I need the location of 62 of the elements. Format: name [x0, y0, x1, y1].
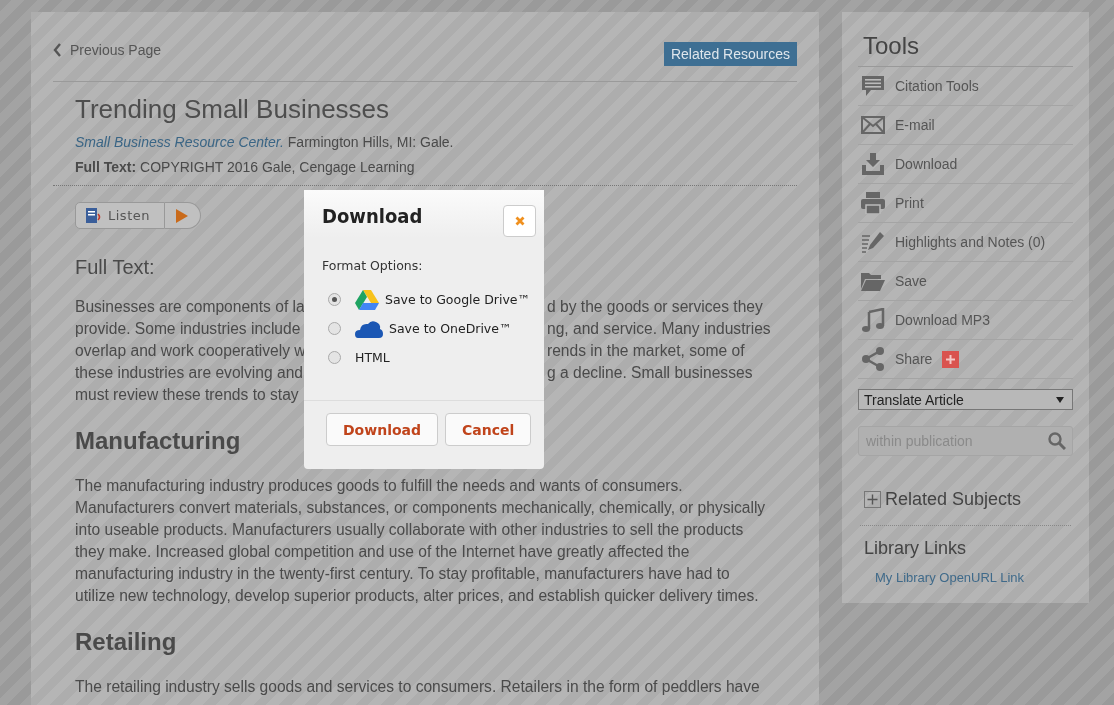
radio-button[interactable]: [328, 322, 341, 335]
publisher-text: Farmington Hills, MI: Gale.: [287, 134, 454, 150]
section-heading: Manufacturing: [75, 427, 241, 455]
paragraph-fragment: these industries are evolving and: [75, 363, 301, 383]
dialog-button[interactable]: Cancel: [445, 413, 532, 446]
folder-icon: [860, 271, 886, 291]
tool-link[interactable]: Highlights and Notes (0): [895, 234, 1046, 250]
tool-link[interactable]: Citation Tools: [895, 78, 979, 94]
format-options-label: Format Options:: [321, 257, 424, 275]
section-heading: Retailing: [75, 628, 177, 656]
paragraph-fragment: must review these trends to stay: [75, 385, 300, 405]
speech-bubble-icon: [860, 75, 886, 97]
tool-link[interactable]: Download: [895, 156, 958, 172]
paragraph-fragment: ng, and service. Many industries: [547, 319, 771, 339]
related-subjects-heading[interactable]: Related Subjects: [885, 489, 1022, 510]
pencil-note-icon: [860, 231, 886, 253]
share-icon: [860, 347, 886, 371]
library-links-heading: Library Links: [864, 538, 968, 559]
paragraph-fragment: d by the goods or services they: [547, 297, 763, 317]
tool-link[interactable]: Download MP3: [895, 312, 990, 328]
paragraph-fragment: g a decline. Small businesses: [547, 363, 753, 383]
expand-icon[interactable]: [864, 491, 881, 508]
tool-link[interactable]: Save: [895, 273, 927, 289]
play-button[interactable]: [164, 202, 201, 229]
download-icon: [860, 153, 886, 175]
related-resources-button[interactable]: Related Resources: [663, 41, 797, 66]
copyright-text: Full Text: COPYRIGHT 2016 Gale, Cengage Learning: [75, 159, 416, 175]
openurl-link[interactable]: My Library OpenURL Link: [875, 570, 1025, 585]
option-label[interactable]: Save to OneDrive™: [389, 321, 512, 336]
envelope-icon: [860, 116, 886, 134]
tools-heading: Tools: [858, 32, 1073, 67]
play-icon: [176, 208, 189, 223]
article-title: Trending Small Businesses: [75, 93, 391, 126]
tool-link[interactable]: Print: [895, 195, 924, 211]
option-label[interactable]: HTML: [355, 350, 390, 365]
radio-button[interactable]: [328, 351, 341, 364]
triangle-drive-icon: [355, 289, 379, 310]
translate-dropdown[interactable]: Translate Article: [858, 389, 1073, 410]
tool-link[interactable]: Share: [895, 351, 933, 367]
paragraph: The manufacturing industry produces goods to fulfill the needs and wants of consumers. Manufacturers convert materials, substances, or components mechanically, chemically, or physically into useable products. Manufacturers usually collaborate with other industries to sell the products they make. Increased global competition and use of the Internet have greatly affected the manufacturing industry in the twenty-first century. To stay profitable, manufacturers have had to utilize new technology, develop superior products, alter prices, and establish quicker delivery times.: [75, 476, 767, 606]
plus-icon[interactable]: [942, 350, 960, 368]
caret-icon: [1056, 396, 1064, 403]
dialog-button[interactable]: Download: [326, 413, 439, 446]
speaker-document-icon: [84, 206, 102, 225]
listen-button[interactable]: Listen: [75, 202, 165, 229]
close-icon: [514, 216, 525, 226]
section-heading: Full Text:: [75, 255, 155, 279]
tool-link[interactable]: E-mail: [895, 117, 935, 133]
search-icon: [1048, 432, 1066, 450]
close-button[interactable]: [503, 205, 536, 237]
option-label[interactable]: Save to Google Drive™: [385, 292, 531, 307]
cloud-icon: [355, 319, 383, 338]
paragraph-fragment: provide. Some industries include: [75, 319, 301, 339]
chevron-left-icon: [53, 42, 62, 57]
paragraph: The retailing industry sells goods and services to consumers. Retailers in the form of peddlers have: [75, 677, 761, 697]
publication-link[interactable]: Small Business Resource Center.: [75, 134, 284, 150]
previous-page-link[interactable]: Previous Page: [53, 41, 162, 58]
music-note-icon: [860, 308, 886, 332]
printer-icon: [860, 192, 886, 214]
paragraph-fragment: rends in the market, some of: [547, 341, 745, 361]
radio-button[interactable]: [328, 293, 341, 306]
dialog-title: Download: [322, 204, 423, 230]
